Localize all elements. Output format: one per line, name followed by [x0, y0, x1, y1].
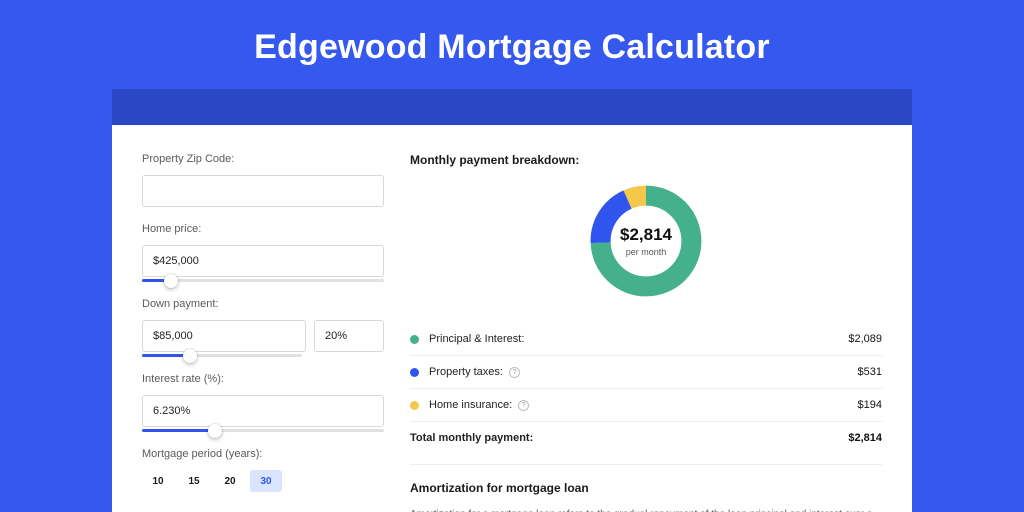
home-price-slider[interactable]	[142, 279, 384, 282]
interest-rate-slider-fill	[142, 429, 215, 432]
home-price-input[interactable]	[142, 245, 384, 277]
period-label: Mortgage period (years):	[142, 448, 384, 460]
legend-dot-taxes	[410, 368, 419, 377]
page-title: Edgewood Mortgage Calculator	[0, 0, 1024, 89]
period-btn-30[interactable]: 30	[250, 470, 282, 492]
legend-label-taxes: Property taxes:?	[429, 366, 858, 378]
period-buttons: 10 15 20 30	[142, 470, 384, 492]
down-payment-label: Down payment:	[142, 298, 384, 310]
interest-rate-label: Interest rate (%):	[142, 373, 384, 385]
zip-input[interactable]	[142, 175, 384, 207]
period-group: Mortgage period (years): 10 15 20 30	[142, 448, 384, 492]
legend-row-taxes: Property taxes:? $531	[410, 355, 882, 388]
home-price-slider-thumb[interactable]	[164, 274, 178, 288]
legend-row-total: Total monthly payment: $2,814	[410, 421, 882, 454]
legend-dot-principal	[410, 335, 419, 344]
donut-chart-wrap: $2,814 per month	[410, 181, 882, 301]
legend-row-principal: Principal & Interest: $2,089	[410, 323, 882, 355]
interest-rate-slider-thumb[interactable]	[208, 424, 222, 438]
inputs-column: Property Zip Code: Home price: Down paym…	[142, 153, 384, 512]
breakdown-title: Monthly payment breakdown:	[410, 153, 882, 167]
legend-label-insurance: Home insurance:?	[429, 399, 858, 411]
legend-total-value: $2,814	[848, 432, 882, 444]
legend-label-principal: Principal & Interest:	[429, 333, 848, 345]
amortization-section: Amortization for mortgage loan Amortizat…	[410, 464, 882, 512]
period-btn-10[interactable]: 10	[142, 470, 174, 492]
home-price-label: Home price:	[142, 223, 384, 235]
period-btn-15[interactable]: 15	[178, 470, 210, 492]
zip-field-group: Property Zip Code:	[142, 153, 384, 207]
breakdown-column: Monthly payment breakdown: $2,814 per mo…	[410, 153, 882, 512]
donut-center-value: $2,814	[620, 225, 672, 245]
down-payment-input[interactable]	[142, 320, 306, 352]
calculator-panel: Property Zip Code: Home price: Down paym…	[112, 125, 912, 512]
down-payment-group: Down payment:	[142, 298, 384, 357]
down-payment-slider[interactable]	[142, 354, 302, 357]
legend-value-insurance: $194	[858, 399, 882, 411]
breakdown-legend: Principal & Interest: $2,089 Property ta…	[410, 323, 882, 454]
legend-value-principal: $2,089	[848, 333, 882, 345]
legend-row-insurance: Home insurance:? $194	[410, 388, 882, 421]
header-bar	[112, 89, 912, 125]
amortization-text: Amortization for a mortgage loan refers …	[410, 507, 882, 512]
donut-center-sub: per month	[626, 247, 667, 257]
zip-label: Property Zip Code:	[142, 153, 384, 165]
period-btn-20[interactable]: 20	[214, 470, 246, 492]
info-icon[interactable]: ?	[518, 400, 529, 411]
legend-dot-insurance	[410, 401, 419, 410]
legend-total-label: Total monthly payment:	[410, 432, 848, 444]
down-payment-slider-thumb[interactable]	[183, 349, 197, 363]
donut-center: $2,814 per month	[586, 181, 706, 301]
interest-rate-input[interactable]	[142, 395, 384, 427]
home-price-group: Home price:	[142, 223, 384, 282]
info-icon[interactable]: ?	[509, 367, 520, 378]
interest-rate-slider[interactable]	[142, 429, 384, 432]
amortization-title: Amortization for mortgage loan	[410, 481, 882, 495]
interest-rate-group: Interest rate (%):	[142, 373, 384, 432]
down-payment-pct-input[interactable]	[314, 320, 384, 352]
donut-chart: $2,814 per month	[586, 181, 706, 301]
legend-value-taxes: $531	[858, 366, 882, 378]
